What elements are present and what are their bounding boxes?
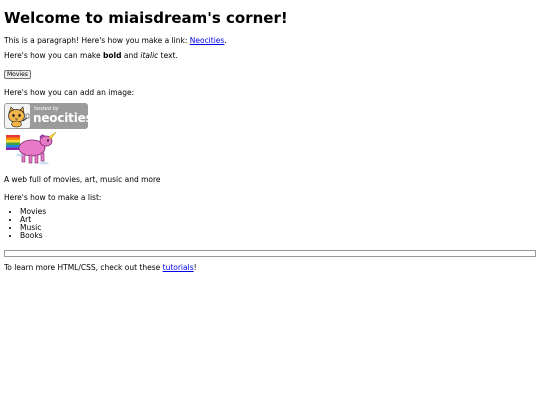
intro-paragraph: This is a paragraph! Here's how you make…: [4, 36, 536, 46]
italic-text: italic: [140, 51, 159, 60]
footer-suffix: !: [193, 263, 197, 272]
format-suffix: text.: [158, 51, 178, 60]
movies-button[interactable]: Movies: [4, 70, 31, 79]
list-intro: Here's how to make a list:: [4, 193, 102, 202]
rainbow-unicorn-icon: [6, 131, 57, 165]
category-list: Movies Art Music Books: [4, 208, 536, 240]
list-item: Movies: [20, 208, 536, 216]
neocities-link[interactable]: Neocities: [190, 36, 225, 45]
neocities-brand-text: neocities: [33, 111, 93, 125]
tagline: A web full of movies, art, music and mor…: [4, 175, 161, 184]
list-item: Books: [20, 232, 536, 240]
page: Welcome to miaisdream's corner! This is …: [0, 0, 540, 405]
horizontal-rule: [4, 250, 536, 257]
footer-text: To learn more HTML/CSS, check out these: [4, 263, 163, 272]
image-intro: Here's how you can add an image:: [4, 88, 135, 97]
tutorials-link[interactable]: tutorials: [163, 263, 194, 272]
neocities-badge[interactable]: hosted by neocities: [4, 103, 93, 129]
bold-text: bold: [103, 51, 122, 60]
footer-paragraph: To learn more HTML/CSS, check out these …: [4, 263, 536, 273]
format-text: Here's how you can make: [4, 51, 103, 60]
page-title: Welcome to miaisdream's corner!: [4, 9, 288, 27]
format-paragraph: Here's how you can make bold and italic …: [4, 51, 536, 61]
intro-suffix: .: [224, 36, 227, 45]
list-item: Music: [20, 224, 536, 232]
format-middle: and: [121, 51, 141, 60]
list-item: Art: [20, 216, 536, 224]
neocities-cat-icon: [5, 104, 30, 128]
intro-text: This is a paragraph! Here's how you make…: [4, 36, 190, 45]
